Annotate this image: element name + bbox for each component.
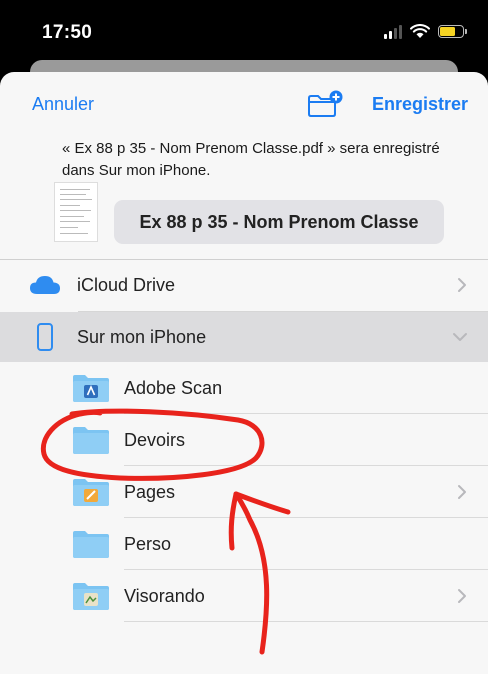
folder-row-devoirs[interactable]: Devoirs (0, 414, 488, 466)
cancel-button[interactable]: Annuler (32, 94, 94, 115)
status-icons (384, 24, 467, 39)
location-sur-mon-iphone[interactable]: Sur mon iPhone (0, 312, 488, 362)
document-thumbnail (54, 182, 98, 242)
location-icloud-drive[interactable]: iCloud Drive (0, 260, 488, 310)
divider (124, 621, 488, 622)
folder-label: Perso (124, 533, 172, 554)
signal-icon (384, 24, 402, 39)
folder-label: Visorando (124, 585, 205, 606)
folder-row-adobe-scan[interactable]: Adobe Scan (0, 362, 488, 414)
battery-icon (438, 25, 467, 38)
new-folder-icon[interactable] (306, 90, 344, 118)
folder-row-pages[interactable]: Pages (0, 466, 488, 518)
chevron-right-icon (458, 589, 466, 603)
folder-icon (73, 531, 109, 558)
location-label: iCloud Drive (77, 274, 176, 295)
folder-label: Adobe Scan (124, 377, 223, 398)
screen: 17:50 Annuler Enregistrer « Ex 88 p 35 -… (0, 0, 488, 674)
chevron-right-icon (458, 485, 466, 499)
chevron-down-icon (453, 333, 467, 341)
save-button[interactable]: Enregistrer (372, 94, 468, 115)
cloud-icon (28, 272, 62, 298)
folder-label: Pages (124, 481, 176, 502)
save-message: « Ex 88 p 35 - Nom Prenom Classe.pdf » s… (62, 140, 440, 179)
status-time: 17:50 (42, 22, 93, 43)
nav-bar: Annuler Enregistrer (0, 72, 488, 132)
visorando-folder-icon (73, 583, 109, 610)
folder-label: Devoirs (124, 429, 186, 450)
iphone-icon (28, 323, 62, 351)
folder-row-perso[interactable]: Perso (0, 518, 488, 570)
status-bar: 17:50 (0, 0, 488, 60)
save-sheet: Annuler Enregistrer « Ex 88 p 35 - Nom P… (0, 72, 488, 674)
folder-row-visorando[interactable]: Visorando (0, 570, 488, 622)
adobe-scan-folder-icon (73, 375, 109, 402)
wifi-icon (410, 24, 430, 38)
filename-field[interactable]: Ex 88 p 35 - Nom Prenom Classe (114, 200, 444, 244)
location-label: Sur mon iPhone (77, 326, 207, 347)
chevron-right-icon (458, 278, 466, 292)
folder-icon (73, 427, 109, 454)
pages-folder-icon (73, 479, 109, 506)
